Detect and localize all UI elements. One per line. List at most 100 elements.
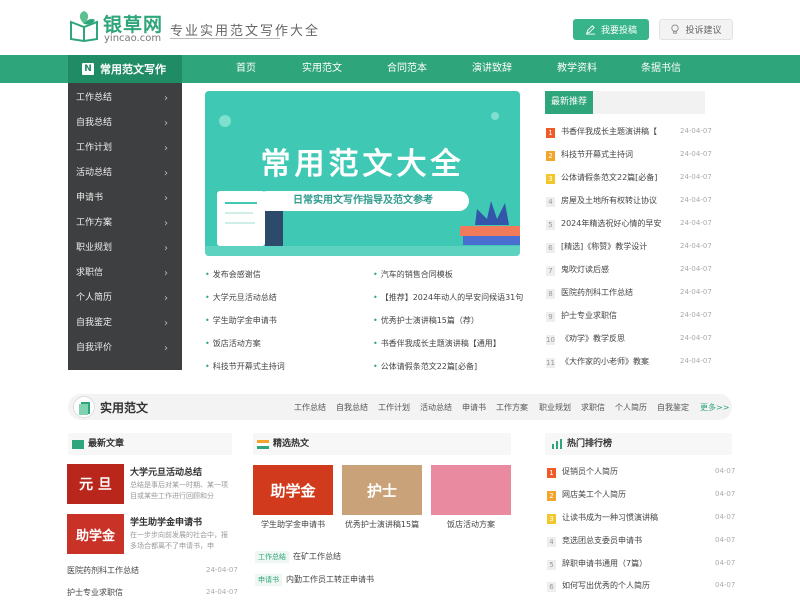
sidebar-item-resume[interactable]: 个人简历 › — [68, 286, 182, 311]
featured-thumbnail[interactable] — [431, 465, 511, 515]
article-link[interactable]: • 公体请假条范文22篇[必备] — [373, 361, 477, 372]
bullet-icon: • — [205, 339, 210, 348]
article-link[interactable]: • 发布会感谢信 — [205, 269, 261, 280]
ranking-header: 热门排行榜 — [545, 433, 732, 455]
section-link[interactable]: 自我鉴定 — [657, 402, 689, 413]
sidebar-item-work-plan-scheme[interactable]: 工作方案 › — [68, 211, 182, 236]
recommend-item-text: [精选]《称赞》教学设计 — [561, 242, 648, 251]
featured-thumbnail[interactable]: 护士 — [342, 465, 422, 515]
article-link[interactable]: • 书香伴我成长主题演讲稿【通用】 — [373, 338, 501, 349]
more-link[interactable]: 更多>> — [700, 402, 729, 413]
nav-category-menu[interactable]: N 常用范文写作 — [68, 55, 182, 83]
nav-item-speeches[interactable]: 演讲致辞 — [462, 55, 522, 83]
featured-thumbnail[interactable]: 助学金 — [253, 465, 333, 515]
ranking-item-date: 04-07 — [715, 581, 736, 589]
article-thumbnail[interactable]: 元 旦 — [67, 464, 124, 504]
article-thumbnail[interactable]: 助学金 — [67, 514, 124, 554]
sidebar-item-work-plan[interactable]: 工作计划 › — [68, 136, 182, 161]
section-link[interactable]: 自我总结 — [336, 402, 368, 413]
featured-list-text: 内勤工作员工转正申请书 — [286, 575, 374, 584]
nav-item-teaching[interactable]: 教学资料 — [547, 55, 607, 83]
recommend-item[interactable]: 5 2024年精选祝好心情的早安 24-04-07 — [546, 216, 712, 238]
featured-list-item[interactable]: 工作总结 在矿工作总结 — [255, 551, 341, 563]
article-title[interactable]: 学生助学金申请书 — [130, 515, 202, 528]
recommend-item[interactable]: 9 护士专业求职信 24-04-07 — [546, 308, 712, 330]
ranking-item-text: 网店美工个人简历 — [562, 490, 626, 499]
recommend-item[interactable]: 3 公体请假条范文22篇[必备] 24-04-07 — [546, 170, 712, 192]
recommend-item[interactable]: 2 科技节开幕式主持词 24-04-07 — [546, 147, 712, 169]
featured-caption[interactable]: 饭店活动方案 — [431, 519, 511, 530]
hero-banner[interactable]: 常用范文大全 日常实用文写作指导及范文参考 — [205, 91, 520, 256]
sidebar-item-label: 自我评价 — [76, 343, 113, 353]
recommend-item[interactable]: 11 《大作家的小老师》教案 24-04-07 — [546, 354, 712, 376]
sidebar-item-cover-letter[interactable]: 求职信 › — [68, 261, 182, 286]
ranking-item[interactable]: 2 网店美工个人简历 04-07 — [547, 487, 735, 509]
chevron-right-icon: › — [164, 93, 168, 104]
nav-item-practical[interactable]: 实用范文 — [292, 55, 352, 83]
article-title[interactable]: 大学元旦活动总结 — [130, 465, 202, 478]
recommend-item[interactable]: 8 医院药剂科工作总结 24-04-07 — [546, 285, 712, 307]
latest-list-item[interactable]: 护士专业求职信 — [67, 587, 123, 598]
section-link[interactable]: 个人简历 — [615, 402, 647, 413]
feedback-button[interactable]: 投诉建议 — [659, 19, 733, 40]
sidebar-item-self-summary[interactable]: 自我总结 › — [68, 111, 182, 136]
logo-book-icon[interactable] — [68, 10, 100, 42]
recommend-item[interactable]: 10 《劝学》教学反思 24-04-07 — [546, 331, 712, 353]
recommend-item[interactable]: 4 房屋及土地所有权转让协议 24-04-07 — [546, 193, 712, 215]
section-link[interactable]: 求职信 — [581, 402, 605, 413]
featured-caption[interactable]: 优秀护士演讲稿15篇 — [338, 519, 426, 530]
ranking-item[interactable]: 6 如何写出优秀的个人简历 04-07 — [547, 578, 736, 600]
ranking-item[interactable]: 4 竞选团总支委员申请书 04-07 — [547, 533, 735, 555]
nav-item-contracts[interactable]: 合同范本 — [377, 55, 437, 83]
recommend-item[interactable]: 1 书香伴我成长主题演讲稿【 24-04-07 — [546, 124, 712, 146]
category-tag[interactable]: 申请书 — [255, 574, 282, 586]
contribute-button[interactable]: 我要投稿 — [573, 19, 649, 40]
latest-list-item[interactable]: 医院药剂科工作总结 — [67, 565, 139, 576]
article-link[interactable]: • 优秀护士演讲稿15篇（荐） — [373, 315, 479, 326]
article-link[interactable]: • 学生助学金申请书 — [205, 315, 277, 326]
latest-title: 最新文章 — [88, 439, 125, 449]
article-link[interactable]: • 饭店活动方案 — [205, 338, 261, 349]
article-link-text: 书香伴我成长主题演讲稿【通用】 — [380, 339, 501, 348]
ranking-item-date: 04-07 — [715, 513, 736, 521]
nav-item-letters[interactable]: 条据书信 — [631, 55, 691, 83]
sidebar-item-career-plan[interactable]: 职业规划 › — [68, 236, 182, 261]
nav-item-home[interactable]: 首页 — [216, 55, 276, 83]
rank-number: 4 — [546, 197, 555, 207]
sidebar-item-activity-summary[interactable]: 活动总结 › — [68, 161, 182, 186]
bullet-icon: • — [205, 316, 210, 325]
section-link[interactable]: 活动总结 — [420, 402, 452, 413]
sidebar-item-work-summary[interactable]: 工作总结 › — [68, 86, 182, 111]
featured-caption[interactable]: 学生助学金申请书 — [253, 519, 333, 530]
section-link[interactable]: 工作总结 — [294, 402, 326, 413]
bullet-icon: • — [205, 270, 210, 279]
recommend-item-date: 24-04-07 — [680, 173, 712, 181]
recommend-item[interactable]: 7 鬼吹灯读后感 24-04-07 — [546, 262, 712, 284]
featured-list-item[interactable]: 申请书 内勤工作员工转正申请书 — [255, 574, 374, 586]
article-link[interactable]: • 汽车的销售合同模板 — [373, 269, 453, 280]
ranking-item[interactable]: 5 辞职申请书通用（7篇） 04-07 — [547, 556, 735, 578]
rank-number: 9 — [546, 312, 555, 322]
article-link[interactable]: • 科技节开幕式主持词 — [205, 361, 285, 372]
thumbnail-text: 助学金 — [270, 481, 316, 500]
sidebar-item-self-appraisal[interactable]: 自我鉴定 › — [68, 311, 182, 336]
article-link[interactable]: • 大学元旦活动总结 — [205, 292, 277, 303]
ranking-item-text: 竞选团总支委员申请书 — [562, 536, 642, 545]
ranking-item[interactable]: 1 促销员个人简历 04-07 — [547, 464, 735, 486]
category-tag[interactable]: 工作总结 — [255, 551, 289, 563]
section-link[interactable]: 申请书 — [462, 402, 486, 413]
article-link[interactable]: • 【推荐】2024年动人的早安问候语31句 — [373, 292, 523, 303]
section-link[interactable]: 工作计划 — [378, 402, 410, 413]
sidebar-item-application[interactable]: 申请书 › — [68, 186, 182, 211]
chevron-right-icon: › — [164, 293, 168, 304]
chevron-right-icon: › — [164, 243, 168, 254]
section-link[interactable]: 工作方案 — [496, 402, 528, 413]
banner-title: 常用范文大全 — [260, 147, 465, 182]
recommend-item-text: 医院药剂科工作总结 — [561, 288, 633, 297]
bullet-icon: • — [373, 293, 378, 302]
section-link[interactable]: 职业规划 — [539, 402, 571, 413]
recommend-item-date: 24-04-07 — [680, 357, 712, 365]
ranking-item[interactable]: 3 让读书成为一种习惯演讲稿 04-07 — [547, 510, 736, 532]
recommend-item[interactable]: 6 [精选]《称赞》教学设计 24-04-07 — [546, 239, 712, 261]
sidebar-item-self-evaluation[interactable]: 自我评价 › — [68, 336, 182, 361]
